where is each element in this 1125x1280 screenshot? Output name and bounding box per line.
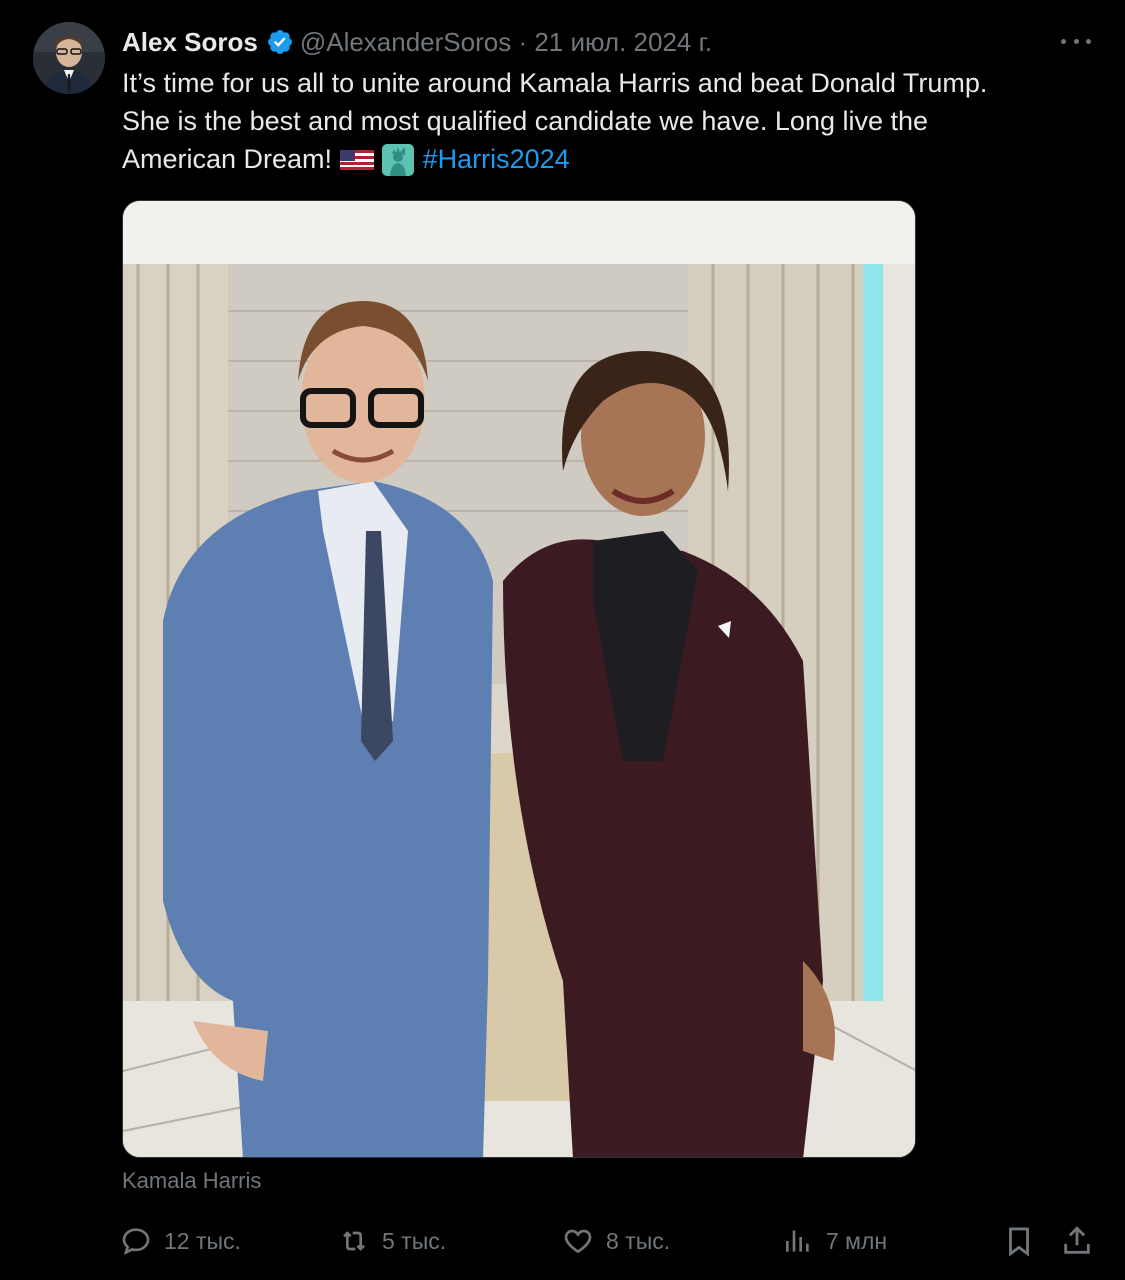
tweet-actions-bar: 12 тыс. 5 тыс. 8 тыс. 7 млн — [0, 1218, 1125, 1264]
like-count: 8 тыс. — [606, 1227, 671, 1254]
tweet-photo[interactable] — [122, 200, 916, 1158]
heart-icon — [564, 1229, 592, 1254]
bookmark-icon[interactable] — [1002, 1224, 1036, 1258]
tweet-text-line-3-text: American Dream! — [122, 144, 333, 174]
statue-of-liberty-icon — [382, 144, 415, 176]
header-separator: · — [511, 26, 535, 57]
tweet-text: It’s time for us all to unite around Kam… — [122, 64, 1082, 178]
photo-caption[interactable]: Kamala Harris — [122, 1168, 261, 1194]
repost-icon — [343, 1231, 365, 1251]
repost-count: 5 тыс. — [382, 1227, 447, 1254]
repost-button[interactable]: 5 тыс. — [338, 1218, 446, 1264]
like-button[interactable]: 8 тыс. — [562, 1218, 670, 1264]
author-handle[interactable]: @AlexanderSoros — [300, 27, 511, 58]
photo-image — [123, 201, 915, 1157]
dot — [1086, 38, 1091, 44]
dot — [1073, 38, 1079, 44]
avatar-image — [33, 22, 105, 94]
tweet-date[interactable]: 21 июл. 2024 г. — [534, 27, 712, 58]
reply-icon — [122, 1228, 150, 1255]
author-name[interactable]: Alex Soros — [122, 27, 258, 58]
dot — [1061, 38, 1066, 44]
author-avatar[interactable] — [33, 22, 105, 94]
verified-badge-icon[interactable] — [266, 28, 294, 56]
tweet-text-line-2: She is the best and most qualified candi… — [122, 106, 929, 136]
tweet[interactable]: Alex Soros @AlexanderSoros · 21 июл. 202… — [0, 0, 1125, 1280]
us-flag-icon — [339, 150, 374, 170]
views-chart-icon — [786, 1230, 809, 1252]
tweet-text-line-3: American Dream! #Harris2024 — [122, 140, 1082, 178]
more-options-icon[interactable] — [1061, 28, 1091, 54]
views-count: 7 млн — [826, 1227, 888, 1254]
hashtag-link[interactable]: #Harris2024 — [423, 144, 570, 174]
tweet-header: Alex Soros @AlexanderSoros · 21 июл. 202… — [122, 24, 712, 60]
tweet-text-line-1: It’s time for us all to unite around Kam… — [122, 68, 988, 98]
reply-button[interactable]: 12 тыс. — [120, 1218, 241, 1264]
share-icon[interactable] — [1060, 1224, 1094, 1258]
reply-count: 12 тыс. — [164, 1227, 241, 1254]
views-button[interactable]: 7 млн — [782, 1218, 887, 1264]
